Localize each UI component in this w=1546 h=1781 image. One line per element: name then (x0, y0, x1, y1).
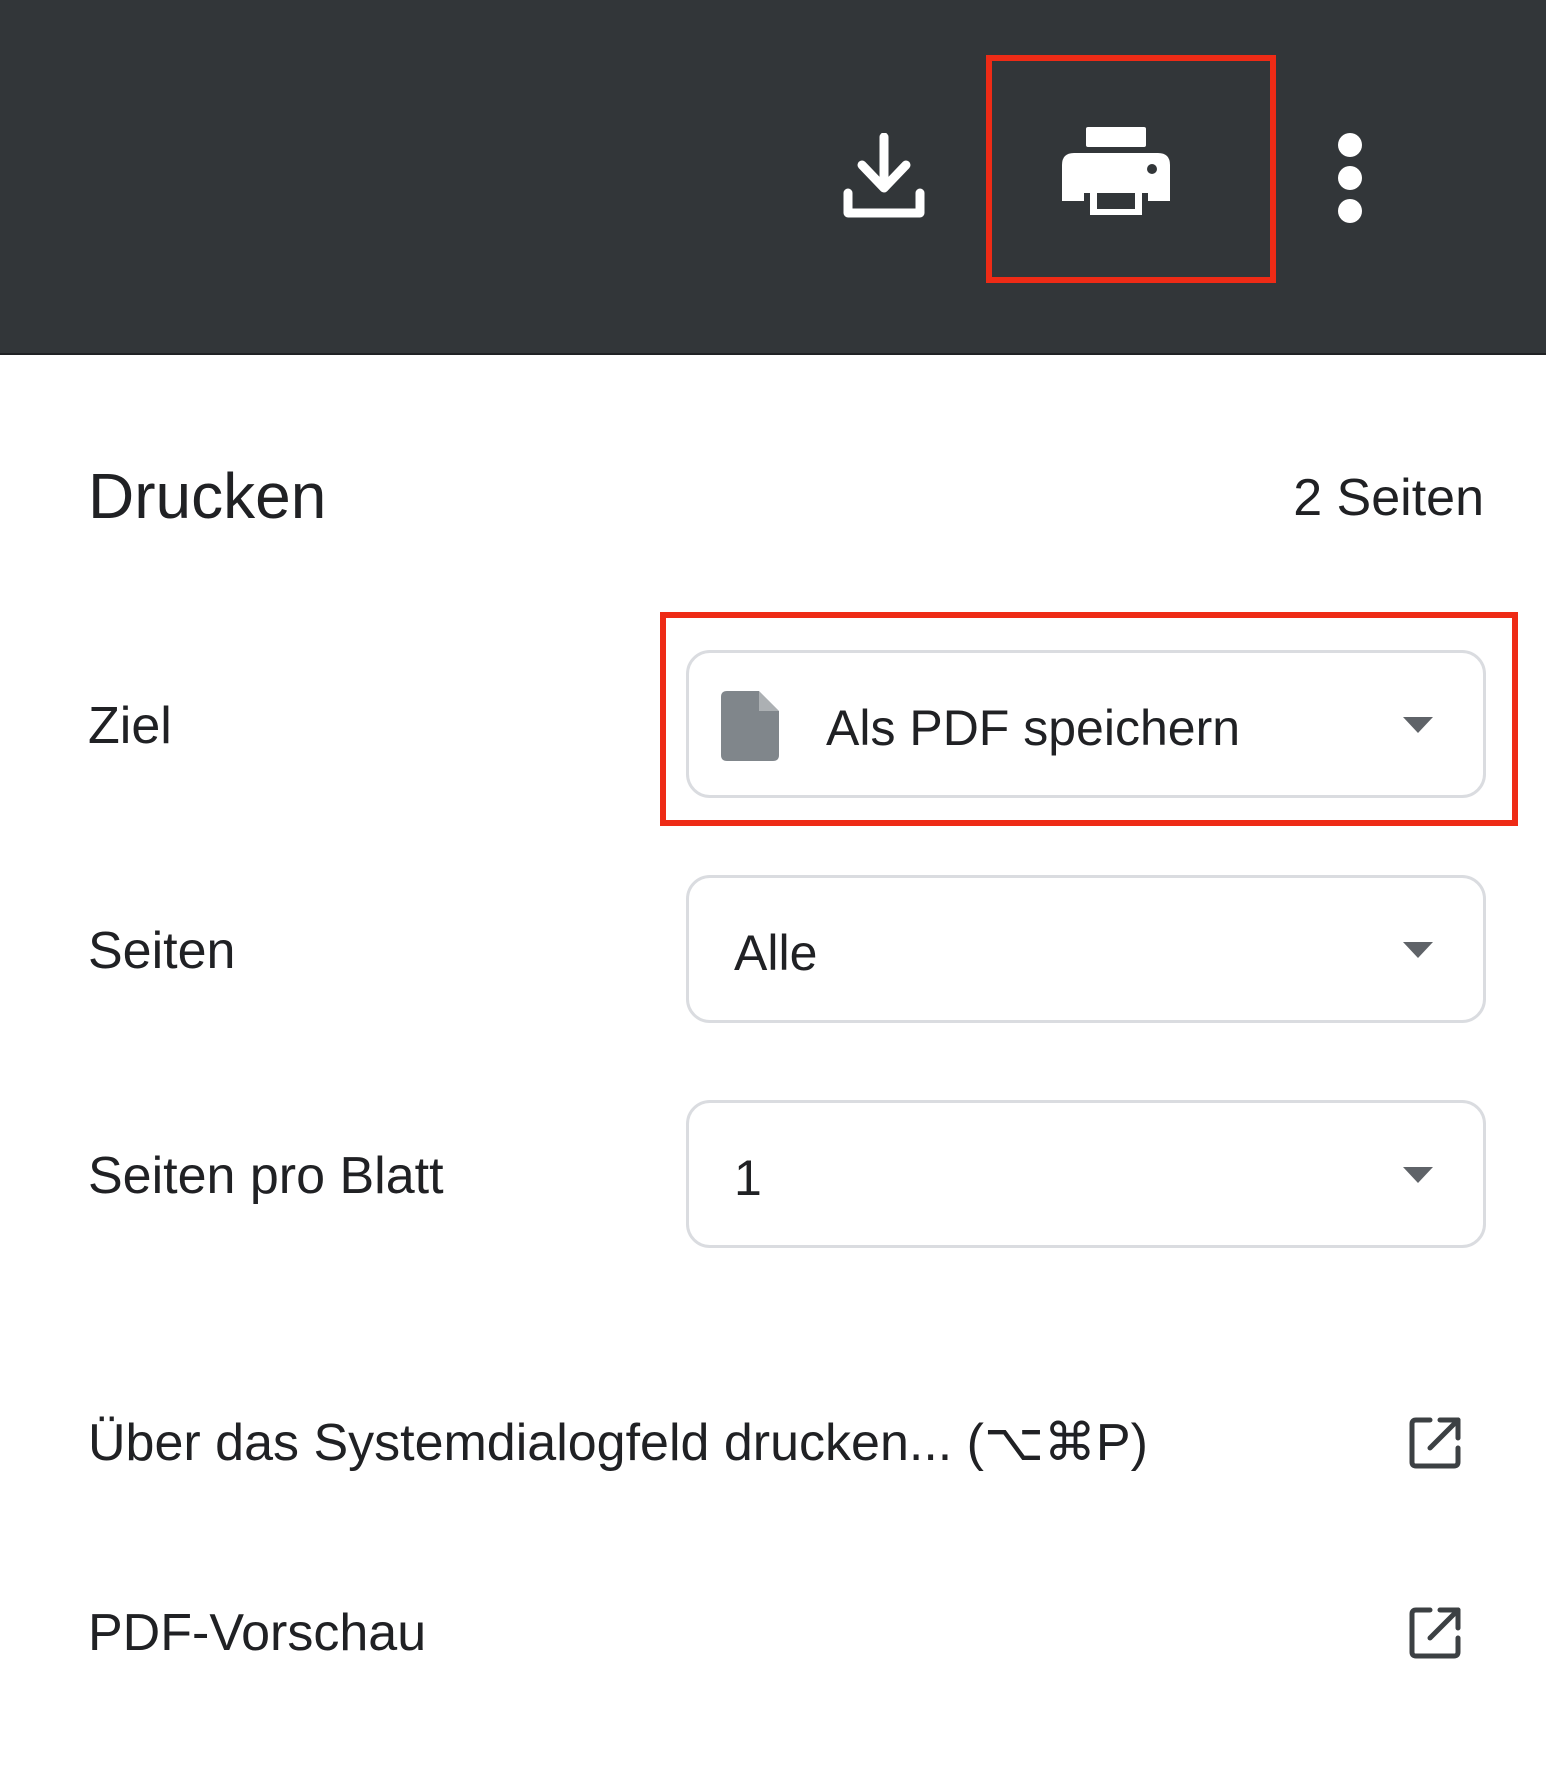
pages-per-sheet-label: Seiten pro Blatt (88, 1147, 444, 1205)
more-vert-icon (1338, 133, 1362, 223)
destination-value: Als PDF speichern (826, 700, 1241, 756)
system-dialog-label: Über das Systemdialogfeld drucken... (⌥⌘… (88, 1414, 1148, 1472)
print-button[interactable] (1046, 110, 1186, 240)
pages-per-sheet-value: 1 (734, 1150, 762, 1206)
print-preview-page: Drucken 2 Seiten Ziel Als PDF speichern … (0, 0, 1546, 1781)
pages-label: Seiten (88, 922, 236, 980)
pages-value: Alle (734, 925, 818, 981)
print-title: Drucken (88, 460, 327, 532)
download-button[interactable] (824, 118, 944, 238)
chevron-down-icon (1403, 717, 1433, 733)
pdf-preview-label: PDF-Vorschau (88, 1604, 427, 1662)
chevron-down-icon (1403, 1167, 1433, 1183)
print-icon (1062, 127, 1170, 215)
open-in-new-icon (1409, 1417, 1461, 1469)
pdf-viewer-toolbar (0, 0, 1546, 355)
download-icon (843, 133, 925, 218)
pdf-preview-link[interactable]: PDF-Vorschau (0, 1574, 1546, 1694)
file-icon (721, 691, 779, 761)
open-in-new-icon (1409, 1607, 1461, 1659)
pages-per-sheet-select[interactable]: 1 (686, 1100, 1486, 1248)
destination-label: Ziel (88, 697, 172, 755)
destination-select[interactable]: Als PDF speichern (686, 650, 1486, 798)
more-options-button[interactable] (1310, 118, 1390, 238)
system-dialog-link[interactable]: Über das Systemdialogfeld drucken... (⌥⌘… (0, 1384, 1546, 1504)
sheet-count: 2 Seiten (1293, 469, 1484, 527)
chevron-down-icon (1403, 942, 1433, 958)
pages-select[interactable]: Alle (686, 875, 1486, 1023)
